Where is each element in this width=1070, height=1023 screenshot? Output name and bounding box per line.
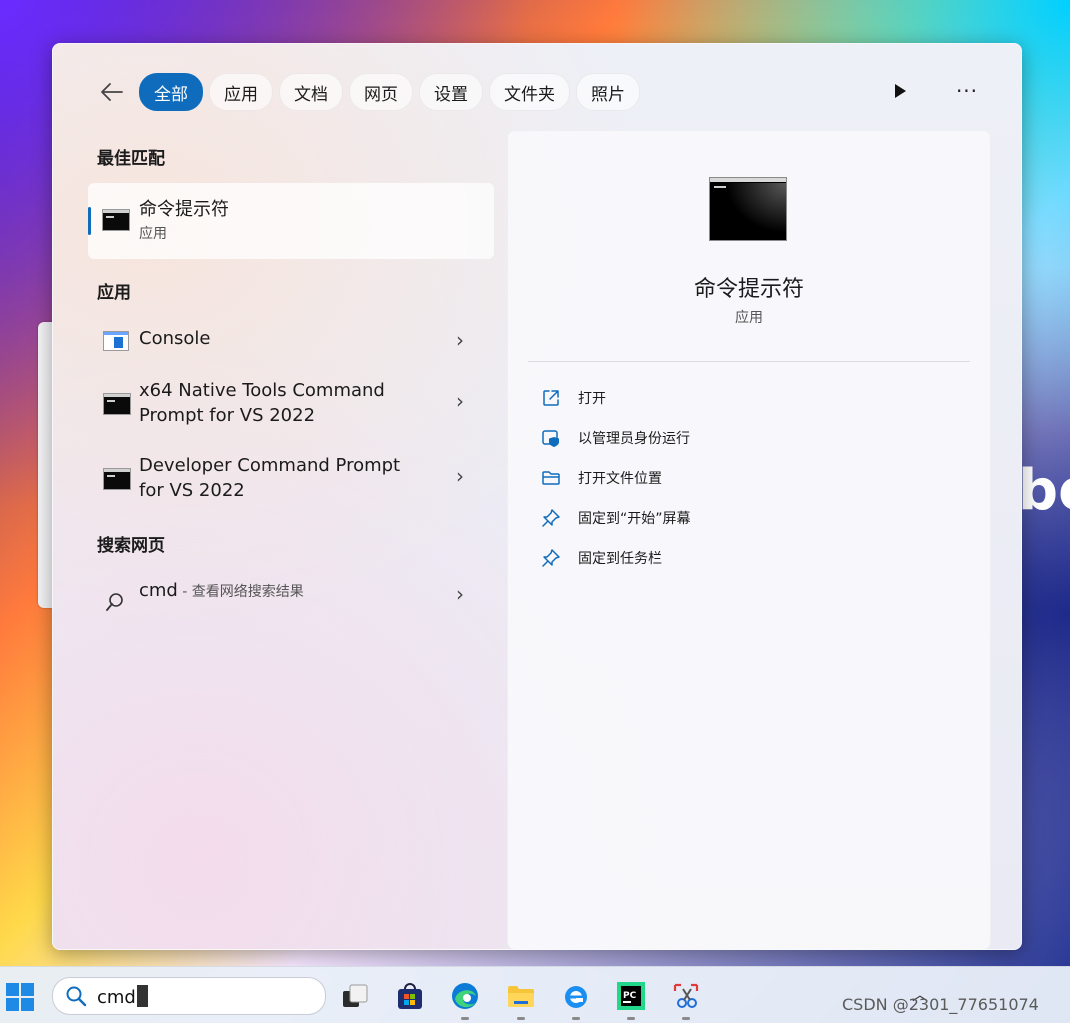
svg-text:PC: PC bbox=[623, 991, 637, 1001]
detail-pane: 命令提示符 应用 打开 以管理员身份运行 打开文件位置 固定到“开始”屏幕 固定… bbox=[507, 130, 991, 949]
best-match-type: 应用 bbox=[139, 226, 167, 242]
action-open[interactable]: 打开 bbox=[540, 385, 606, 411]
search-input[interactable]: cmd bbox=[97, 985, 148, 1008]
divider bbox=[528, 361, 970, 362]
app-item-console[interactable]: Console › bbox=[88, 320, 494, 360]
running-indicator bbox=[572, 1017, 580, 1020]
selection-indicator bbox=[88, 207, 91, 235]
tab-web[interactable]: 网页 bbox=[349, 73, 413, 111]
console-icon bbox=[103, 331, 129, 351]
tab-photos[interactable]: 照片 bbox=[576, 73, 640, 111]
chevron-right-icon[interactable]: › bbox=[456, 464, 464, 488]
search-icon bbox=[106, 593, 123, 611]
app-item-label: Developer Command Prompt for VS 2022 bbox=[139, 455, 401, 501]
pin-icon bbox=[540, 547, 562, 569]
tab-apps[interactable]: 应用 bbox=[209, 73, 273, 111]
arrow-left-icon bbox=[101, 83, 123, 101]
detail-subtitle: 应用 bbox=[735, 310, 763, 326]
app-item-developer-command-prompt[interactable]: Developer Command Prompt for VS 2022 › bbox=[88, 452, 494, 508]
text-caret bbox=[136, 985, 148, 1007]
chevron-right-icon[interactable]: › bbox=[456, 582, 464, 606]
open-icon bbox=[540, 387, 562, 409]
start-button[interactable] bbox=[6, 983, 34, 1011]
running-indicator bbox=[682, 1017, 690, 1020]
web-search-item[interactable]: cmd - 查看网络搜索结果 bbox=[139, 580, 304, 601]
web-search-heading: 搜索网页 bbox=[97, 536, 165, 556]
action-pin-to-taskbar[interactable]: 固定到任务栏 bbox=[540, 545, 662, 571]
command-prompt-icon bbox=[102, 209, 130, 231]
filter-bar: 全部 应用 文档 网页 设置 文件夹 照片 bbox=[93, 73, 646, 111]
running-indicator bbox=[627, 1017, 635, 1020]
more-options-button[interactable]: ··· bbox=[949, 76, 985, 106]
action-run-as-admin[interactable]: 以管理员身份运行 bbox=[540, 425, 690, 451]
wallpaper-text: bo bbox=[1018, 458, 1070, 523]
action-open-file-location[interactable]: 打开文件位置 bbox=[540, 465, 662, 491]
play-button[interactable] bbox=[889, 80, 911, 102]
app-item-label: x64 Native Tools Command Prompt for VS 2… bbox=[139, 380, 385, 426]
action-pin-to-start[interactable]: 固定到“开始”屏幕 bbox=[540, 505, 691, 531]
snipping-tool-icon[interactable] bbox=[671, 981, 701, 1011]
running-indicator bbox=[461, 1017, 469, 1020]
taskbar-search-box[interactable]: cmd bbox=[52, 977, 326, 1015]
best-match-heading: 最佳匹配 bbox=[97, 149, 165, 169]
tab-folders[interactable]: 文件夹 bbox=[489, 73, 570, 111]
ie-icon[interactable] bbox=[561, 981, 591, 1011]
apps-heading: 应用 bbox=[97, 283, 131, 303]
shield-icon bbox=[540, 427, 562, 449]
file-explorer-icon[interactable] bbox=[506, 981, 536, 1011]
tab-settings[interactable]: 设置 bbox=[419, 73, 483, 111]
best-match-name: 命令提示符 bbox=[139, 199, 229, 220]
pycharm-icon[interactable]: PC bbox=[616, 981, 646, 1011]
pin-icon bbox=[540, 507, 562, 529]
command-prompt-large-icon bbox=[709, 177, 787, 241]
task-view-icon[interactable] bbox=[340, 981, 370, 1011]
chevron-right-icon[interactable]: › bbox=[456, 328, 464, 352]
web-search-suffix: - 查看网络搜索结果 bbox=[177, 584, 304, 600]
tab-documents[interactable]: 文档 bbox=[279, 73, 343, 111]
folder-icon bbox=[540, 467, 562, 489]
search-panel: 全部 应用 文档 网页 设置 文件夹 照片 ··· 最佳匹配 命令提示符 应用 … bbox=[52, 43, 1022, 950]
edge-icon[interactable] bbox=[450, 981, 480, 1011]
chevron-right-icon[interactable]: › bbox=[456, 389, 464, 413]
back-button[interactable] bbox=[93, 73, 131, 111]
detail-title: 命令提示符 bbox=[693, 277, 804, 302]
play-icon bbox=[895, 84, 906, 98]
tab-all[interactable]: 全部 bbox=[139, 73, 203, 111]
running-indicator bbox=[517, 1017, 525, 1020]
taskbar: cmd PC ︿ CSDN @2301_77651074 bbox=[0, 966, 1070, 1023]
app-item-x64-native-tools[interactable]: x64 Native Tools Command Prompt for VS 2… bbox=[88, 377, 494, 433]
watermark: CSDN @2301_77651074 bbox=[842, 995, 1039, 1014]
best-match-item[interactable]: 命令提示符 应用 bbox=[88, 183, 494, 259]
web-search-query: cmd bbox=[139, 580, 178, 601]
search-icon bbox=[66, 986, 87, 1007]
app-item-label: Console bbox=[139, 328, 211, 349]
command-prompt-icon bbox=[103, 468, 131, 490]
store-icon[interactable] bbox=[395, 981, 425, 1011]
command-prompt-icon bbox=[103, 393, 131, 415]
